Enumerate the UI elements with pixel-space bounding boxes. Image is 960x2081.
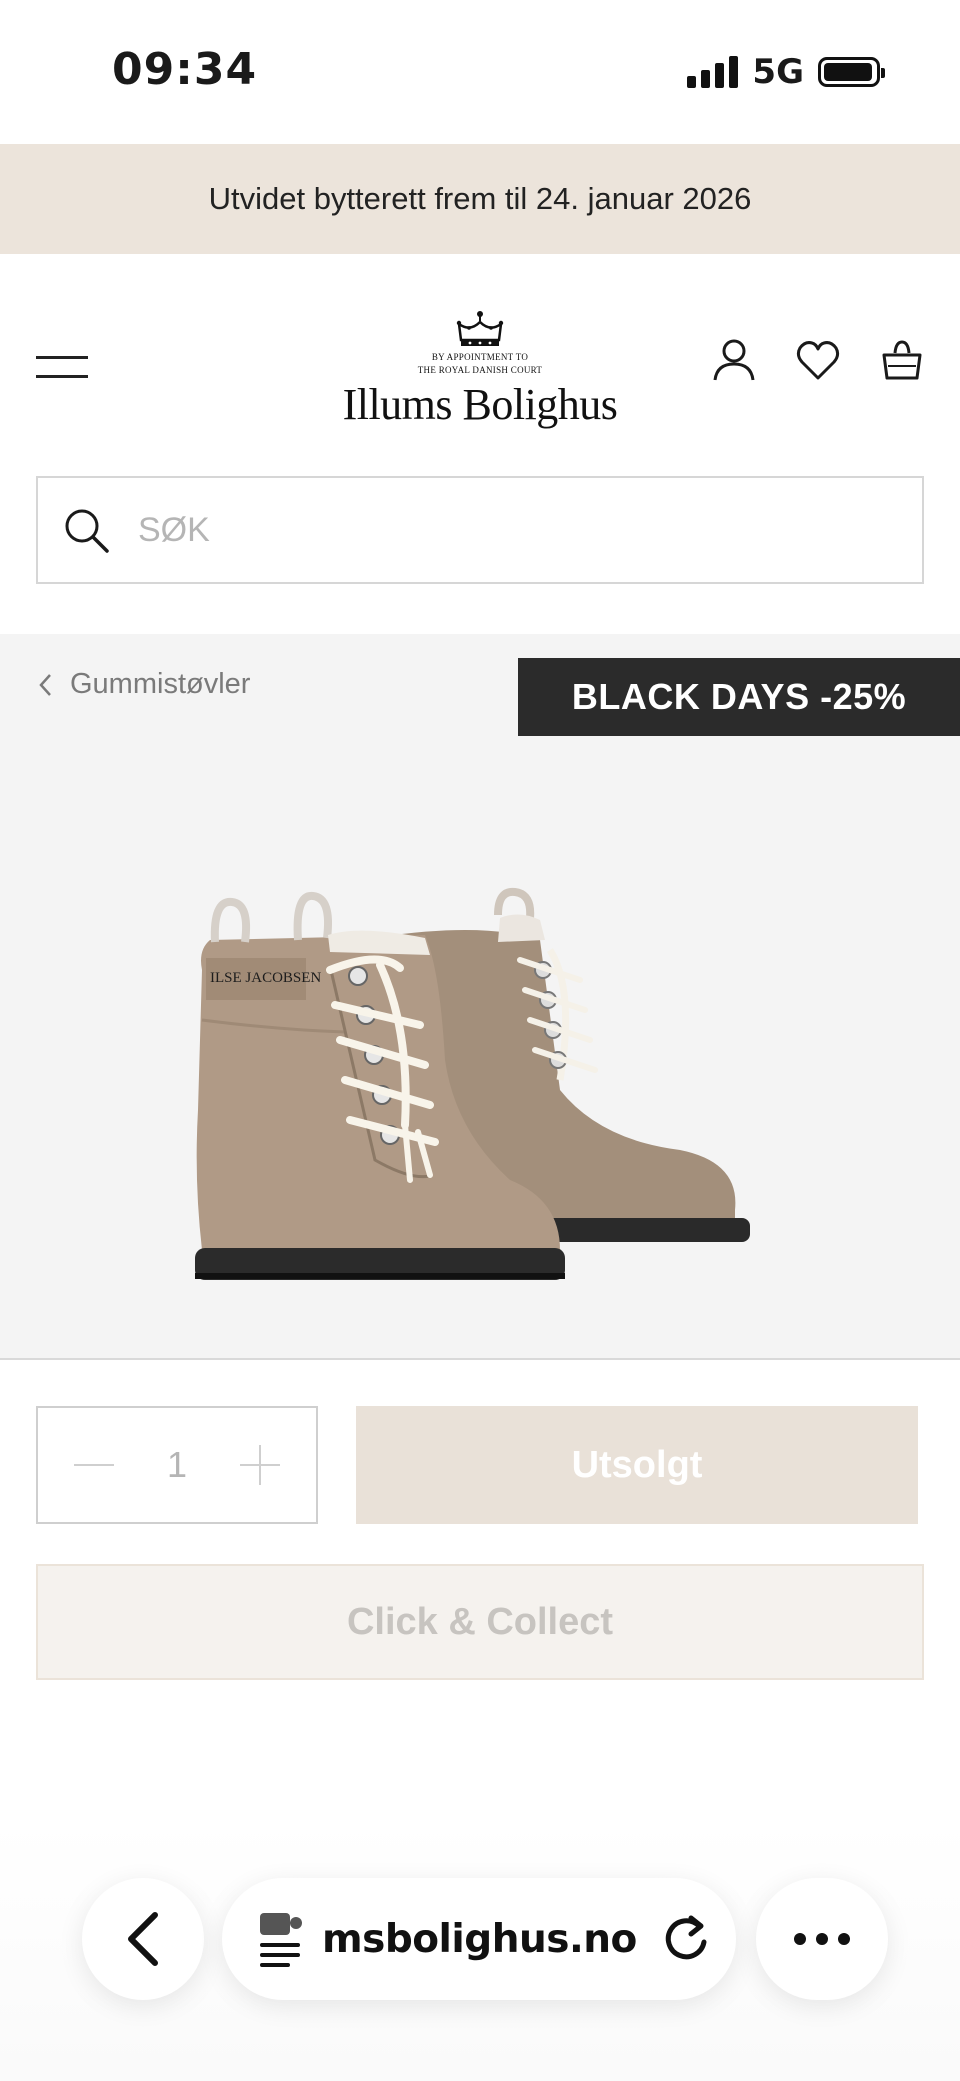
sale-badge: BLACK DAYS -25% bbox=[518, 658, 960, 736]
more-options-button[interactable] bbox=[756, 1878, 888, 2000]
breadcrumb-label: Gummistøvler bbox=[70, 668, 251, 700]
promo-banner[interactable]: Utvidet bytterett frem til 24. januar 20… bbox=[0, 144, 960, 254]
crown-icon bbox=[456, 311, 504, 346]
appointment-line-1: BY APPOINTMENT TO bbox=[431, 352, 529, 362]
menu-icon[interactable] bbox=[36, 356, 88, 378]
search-input[interactable] bbox=[138, 510, 898, 550]
browser-back-button[interactable] bbox=[82, 1878, 204, 2000]
appointment-line-2: THE ROYAL DANISH COURT bbox=[417, 365, 543, 375]
url-text: msbolighus.no bbox=[322, 1916, 637, 1962]
reload-icon[interactable] bbox=[659, 1912, 713, 1966]
boot-brand-text: ILSE JACOBSEN bbox=[210, 970, 321, 986]
status-bar: 09:34 5G bbox=[0, 0, 960, 144]
minus-icon[interactable] bbox=[74, 1445, 114, 1485]
product-gallery: Gummistøvler BLACK DAYS -25% ILSE JACOBS… bbox=[0, 634, 960, 1360]
search-icon bbox=[65, 509, 109, 553]
plus-icon[interactable] bbox=[240, 1445, 280, 1485]
page-tools-icon bbox=[260, 1913, 302, 1967]
sold-out-button[interactable]: Utsolgt bbox=[356, 1406, 918, 1524]
basket-icon[interactable] bbox=[880, 338, 924, 382]
battery-icon bbox=[818, 57, 885, 87]
quantity-stepper[interactable] bbox=[36, 1406, 318, 1524]
signal-icon bbox=[687, 56, 739, 88]
quantity-input[interactable] bbox=[147, 1444, 207, 1486]
header-actions bbox=[712, 338, 924, 382]
heart-icon[interactable] bbox=[796, 338, 840, 382]
chevron-left-icon bbox=[128, 1912, 158, 1966]
breadcrumb-back-link[interactable]: Gummistøvler bbox=[38, 668, 250, 701]
address-bar[interactable]: msbolighus.no bbox=[222, 1878, 736, 2000]
status-time: 09:34 bbox=[112, 44, 258, 95]
network-label: 5G bbox=[752, 52, 804, 92]
status-indicators: 5G bbox=[687, 52, 885, 92]
click-collect-button[interactable]: Click & Collect bbox=[36, 1564, 924, 1680]
brand-logo[interactable]: BY APPOINTMENT TO THE ROYAL DANISH COURT… bbox=[340, 310, 620, 430]
ellipsis-icon bbox=[794, 1933, 850, 1945]
brand-name: Illums Bolighus bbox=[342, 380, 618, 429]
search-bar[interactable] bbox=[36, 476, 924, 584]
site-header: BY APPOINTMENT TO THE ROYAL DANISH COURT… bbox=[0, 254, 960, 474]
browser-toolbar: msbolighus.no bbox=[0, 1820, 960, 2081]
account-icon[interactable] bbox=[712, 338, 756, 382]
promo-text: Utvidet bytterett frem til 24. januar 20… bbox=[208, 181, 752, 216]
product-image[interactable]: ILSE JACOBSEN bbox=[180, 880, 780, 1310]
chevron-left-icon bbox=[39, 673, 51, 696]
